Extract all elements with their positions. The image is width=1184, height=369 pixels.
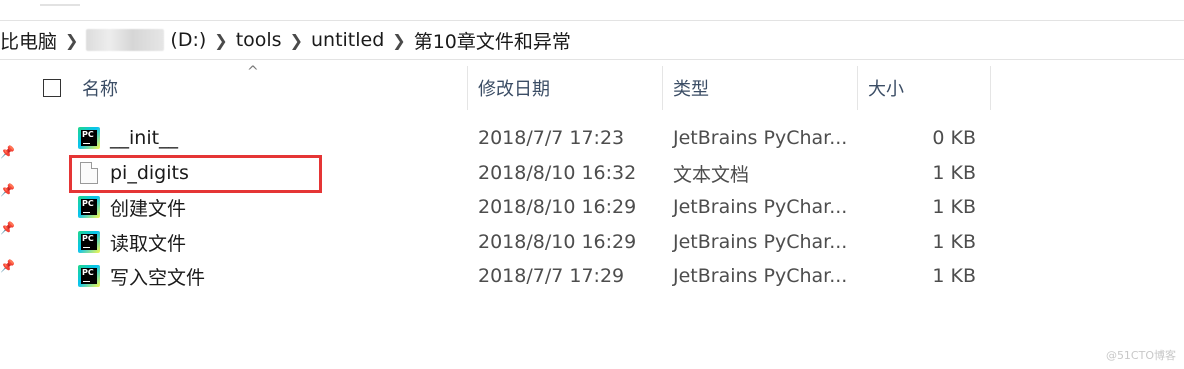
breadcrumb-separator-icon[interactable]: ❯ [392,31,405,50]
file-name-cell[interactable]: PC 写入空文件 [78,259,205,293]
breadcrumb-separator-icon[interactable]: ❯ [65,31,78,50]
file-size: 1 KB [932,196,976,218]
pycharm-file-icon: PC [78,127,100,149]
file-row[interactable]: PC 读取文件 2018/8/10 16:29 JetBrains PyChar… [70,225,990,259]
pin-icon[interactable]: 📌 [0,146,15,158]
column-header-type[interactable]: 类型 [673,64,857,112]
file-name: __init__ [110,127,179,149]
breadcrumb-this-pc[interactable]: 比电脑 [0,21,57,59]
pycharm-file-icon: PC [78,231,100,253]
watermark: @51CTO博客 [1105,349,1176,362]
file-modified: 2018/8/10 16:32 [478,162,637,184]
select-all-checkbox[interactable] [43,79,61,97]
file-size: 0 KB [932,127,976,149]
column-divider[interactable] [857,66,858,110]
file-row[interactable]: PC __init__ 2018/7/7 17:23 JetBrains PyC… [70,121,990,155]
breadcrumb-drive[interactable]: (D:) [170,21,206,59]
file-name: 写入空文件 [110,266,206,289]
breadcrumb-folder-untitled[interactable]: untitled [311,21,384,59]
column-header-modified-label: 修改日期 [478,79,550,100]
column-divider[interactable] [662,66,663,110]
column-divider[interactable] [990,66,991,110]
column-header-modified[interactable]: 修改日期 [478,64,662,112]
column-header: ^ 名称 修改日期 类型 大小 [0,64,1184,112]
pin-icon[interactable]: 📌 [0,222,15,234]
file-modified: 2018/8/10 16:29 [478,196,637,218]
file-modified: 2018/7/7 17:29 [478,265,625,287]
breadcrumb-folder-tools[interactable]: tools [236,21,282,59]
file-name-cell[interactable]: PC __init__ [78,121,178,155]
highlight-annotation-box [69,155,322,193]
file-size: 1 KB [932,231,976,253]
pin-icon[interactable]: 📌 [0,184,15,196]
file-type: JetBrains PyChar... [673,231,848,253]
file-name-cell[interactable]: PC 读取文件 [78,225,186,259]
pycharm-file-icon: PC [78,196,100,218]
redacted-drive-label [86,29,165,51]
file-size: 1 KB [932,265,976,287]
column-header-size[interactable]: 大小 [868,64,990,112]
pycharm-file-icon: PC [78,265,100,287]
file-modified: 2018/7/7 17:23 [478,127,625,149]
column-divider[interactable] [467,66,468,110]
file-row[interactable]: PC 写入空文件 2018/7/7 17:29 JetBrains PyChar… [70,259,990,293]
file-size: 1 KB [932,162,976,184]
column-header-name-label: 名称 [82,79,118,100]
address-bar[interactable]: 比电脑 ❯ (D:) ❯ tools ❯ untitled ❯ 第10章文件和异… [0,20,1184,60]
breadcrumb-separator-icon[interactable]: ❯ [290,31,303,50]
file-name-cell[interactable]: PC 创建文件 [78,190,186,224]
file-modified: 2018/8/10 16:29 [478,231,637,253]
column-header-size-label: 大小 [868,79,904,100]
breadcrumb-folder-current[interactable]: 第10章文件和异常 [414,21,571,59]
breadcrumb-separator-icon[interactable]: ❯ [214,31,227,50]
file-row[interactable]: PC 创建文件 2018/8/10 16:29 JetBrains PyChar… [70,190,990,224]
ribbon-remnant-mark [40,0,80,6]
file-type: JetBrains PyChar... [673,196,848,218]
column-header-type-label: 类型 [673,79,709,100]
file-name: 读取文件 [110,232,187,255]
file-type: JetBrains PyChar... [673,265,848,287]
file-type: JetBrains PyChar... [673,127,848,149]
file-name: 创建文件 [110,197,187,220]
pin-icon[interactable]: 📌 [0,260,15,272]
file-type: 文本文档 [673,163,750,186]
ribbon-remnant [0,0,1184,18]
column-header-name[interactable]: 名称 [82,64,466,112]
